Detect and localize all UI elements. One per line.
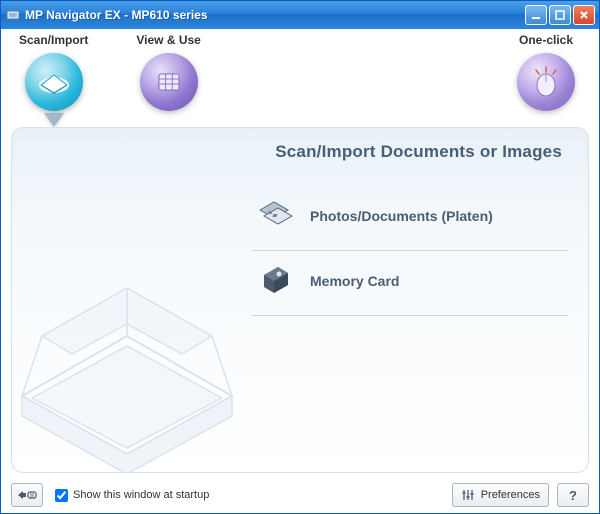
mouse-click-icon <box>517 53 575 111</box>
mode-switch-button[interactable] <box>11 483 43 507</box>
top-nav: Scan/Import View & Use <box>1 29 599 127</box>
nav-scan-import[interactable]: Scan/Import <box>19 33 88 127</box>
option-label: Photos/Documents (Platen) <box>310 208 493 224</box>
memory-card-icon <box>252 261 296 301</box>
sliders-icon <box>461 488 475 502</box>
startup-checkbox[interactable] <box>55 489 68 502</box>
panel-heading: Scan/Import Documents or Images <box>32 142 568 180</box>
scanner-illustration <box>11 276 252 473</box>
app-icon <box>5 7 21 23</box>
startup-checkbox-text: Show this window at startup <box>73 489 209 501</box>
titlebar: MP Navigator EX - MP610 series <box>1 1 599 29</box>
option-memory-card[interactable]: Memory Card <box>252 251 568 316</box>
maximize-button[interactable] <box>549 5 571 25</box>
nav-one-click[interactable]: One-click <box>517 33 575 111</box>
option-list: Photos/Documents (Platen) Memory Card <box>252 186 568 316</box>
help-icon: ? <box>569 488 577 503</box>
minimize-button[interactable] <box>525 5 547 25</box>
option-label: Memory Card <box>310 273 399 289</box>
nav-view-use[interactable]: View & Use <box>136 33 200 111</box>
help-button[interactable]: ? <box>557 483 589 507</box>
startup-checkbox-label[interactable]: Show this window at startup <box>55 489 209 502</box>
close-button[interactable] <box>573 5 595 25</box>
nav-label-one-click: One-click <box>519 33 573 47</box>
window-controls <box>525 5 595 25</box>
mode-switch-icon <box>17 489 37 501</box>
app-window: MP Navigator EX - MP610 series Scan/Impo… <box>0 0 600 514</box>
grid-icon <box>140 53 198 111</box>
photos-documents-icon <box>252 196 296 236</box>
nav-active-pointer <box>44 113 64 127</box>
preferences-label: Preferences <box>481 489 540 501</box>
scanner-icon <box>25 53 83 111</box>
preferences-button[interactable]: Preferences <box>452 483 549 507</box>
footer: Show this window at startup Preferences … <box>1 479 599 513</box>
window-title: MP Navigator EX - MP610 series <box>25 8 525 22</box>
main-panel: Scan/Import Documents or Images Photos/D… <box>11 127 589 473</box>
nav-label-view-use: View & Use <box>136 33 200 47</box>
option-photos-documents[interactable]: Photos/Documents (Platen) <box>252 186 568 251</box>
nav-label-scan-import: Scan/Import <box>19 33 88 47</box>
